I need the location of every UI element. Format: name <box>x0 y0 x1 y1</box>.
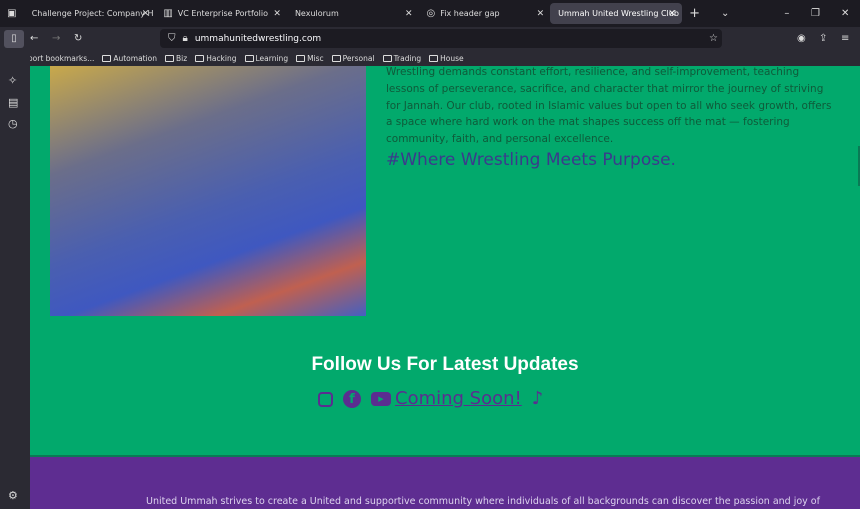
facebook-icon: f <box>343 390 361 408</box>
url-text[interactable]: ummahunitedwrestling.com <box>195 34 321 44</box>
bookmark-label: Misc <box>307 53 324 63</box>
bookmark-personal[interactable]: Personal <box>331 53 375 63</box>
tagline: #Where Wrestling Meets Purpose. <box>386 150 676 170</box>
new-tab-icon[interactable]: + <box>682 6 708 21</box>
history-icon[interactable]: ◷ <box>8 117 18 130</box>
web-page: Wrestling demands constant effort, resil… <box>30 66 860 509</box>
footer-section: United Ummah strives to create a United … <box>30 455 860 509</box>
tiktok-link[interactable]: ♪ <box>532 388 544 409</box>
instagram-icon <box>318 391 333 407</box>
folder-icon <box>296 54 306 62</box>
bookmark-trading[interactable]: Trading <box>382 53 422 63</box>
folder-icon <box>165 54 175 62</box>
tab-challenge[interactable]: Challenge Project: Company H ✕ <box>24 3 156 24</box>
tab-bar: ▣ Challenge Project: Company H ✕ ▥ VC Ente… <box>0 0 860 27</box>
folder-icon <box>331 54 341 62</box>
social-links: f ▶ Coming Soon! ♪ <box>318 388 543 409</box>
menu-icon[interactable]: ≡ <box>841 33 849 44</box>
bookmark-label: Biz <box>176 53 188 63</box>
bookmark-learning[interactable]: Learning <box>244 53 289 63</box>
tab-label: Ummah United Wrestling Club <box>558 9 679 18</box>
tab-ummah[interactable]: Ummah United Wrestling Club ✕ <box>550 3 682 24</box>
tab-vc[interactable]: ▥ VC Enterprise Portfolio ✕ <box>155 3 287 24</box>
tab-nexulorum[interactable]: Nexulorum ✕ <box>287 3 419 24</box>
close-icon[interactable]: ✕ <box>273 9 281 19</box>
instagram-link[interactable] <box>318 388 333 409</box>
tab-label: Fix header gap <box>440 9 500 18</box>
tab-label: Nexulorum <box>294 9 339 18</box>
bookmarks-bar: ⇥Import bookmarks... Automation Biz Hack… <box>0 50 860 66</box>
lock-icon: 🔒︎ <box>182 33 188 44</box>
forward-icon[interactable]: → <box>52 33 60 44</box>
about-paragraph: Wrestling demands constant effort, resil… <box>386 66 832 146</box>
bookmark-label: Hacking <box>206 53 237 63</box>
bookmark-biz[interactable]: Biz <box>165 54 187 63</box>
shield-icon[interactable]: ⛉ <box>168 33 176 44</box>
close-icon[interactable]: ✕ <box>537 9 545 19</box>
account-icon[interactable]: ◉ <box>797 33 806 44</box>
settings-gear-icon[interactable]: ⚙ <box>8 489 18 502</box>
minimize-icon[interactable]: – <box>773 8 801 19</box>
reload-icon[interactable]: ↻ <box>74 33 82 44</box>
bookmark-label: Personal <box>342 53 375 63</box>
bookmark-label: Automation <box>113 53 158 63</box>
synced-tabs-icon[interactable]: ▤ <box>8 96 18 109</box>
window-close-icon[interactable]: ✕ <box>830 8 860 19</box>
close-icon[interactable]: ✕ <box>405 9 413 19</box>
close-icon[interactable]: ✕ <box>142 9 150 19</box>
folder-icon <box>195 54 205 62</box>
wrestling-photo <box>50 66 366 316</box>
ai-sparkle-icon[interactable]: ✧ <box>8 74 17 87</box>
nav-bar: ▯ ← → ↻ ⛉ 🔒︎ ummahunitedwrestling.com ☆ … <box>0 27 860 50</box>
restore-icon[interactable]: ❐ <box>801 8 831 19</box>
extensions-icon[interactable]: ⇪ <box>819 33 827 44</box>
folder-icon <box>429 54 439 62</box>
folder-icon <box>102 54 112 62</box>
youtube-icon: ▶ <box>371 392 391 406</box>
folder-icon <box>244 54 254 62</box>
bookmark-automation[interactable]: Automation <box>102 54 157 63</box>
youtube-link[interactable]: ▶ Coming Soon! <box>371 388 522 409</box>
footer-text: United Ummah strives to create a United … <box>146 496 820 507</box>
bookmark-star-icon[interactable]: ☆ <box>709 33 718 44</box>
browser-sidebar: ✧ ▤ ◷ ⚙ <box>0 50 30 509</box>
bookmark-label: Trading <box>393 53 422 63</box>
folder-icon <box>382 54 392 62</box>
bookmark-label: Learning <box>255 53 289 63</box>
tab-fix-header[interactable]: ◎ Fix header gap ✕ <box>419 3 551 24</box>
close-icon[interactable]: ✕ <box>668 9 676 19</box>
tiktok-icon: ♪ <box>531 388 544 409</box>
bookmark-label: House <box>440 53 464 63</box>
back-icon[interactable]: ← <box>30 33 38 44</box>
globe-icon: ◎ <box>426 8 436 19</box>
bookmark-misc[interactable]: Misc <box>296 54 324 63</box>
url-bar[interactable]: ⛉ 🔒︎ ummahunitedwrestling.com ☆ <box>160 29 722 48</box>
bookmark-hacking[interactable]: Hacking <box>195 53 237 63</box>
bookmark-house[interactable]: House <box>429 54 464 63</box>
youtube-coming-soon: Coming Soon! <box>395 388 522 409</box>
sidebar-toggle-icon[interactable]: ▯ <box>4 29 24 48</box>
follow-heading: Follow Us For Latest Updates <box>311 354 579 375</box>
tab-label: Challenge Project: Company H <box>31 9 154 18</box>
chevron-down-icon[interactable]: ⌄ <box>707 8 743 19</box>
briefcase-icon: ▥ <box>163 8 173 19</box>
tab-label: VC Enterprise Portfolio <box>177 9 268 18</box>
facebook-link[interactable]: f <box>343 388 361 409</box>
tab-overview-icon[interactable]: ▣ <box>0 8 24 19</box>
